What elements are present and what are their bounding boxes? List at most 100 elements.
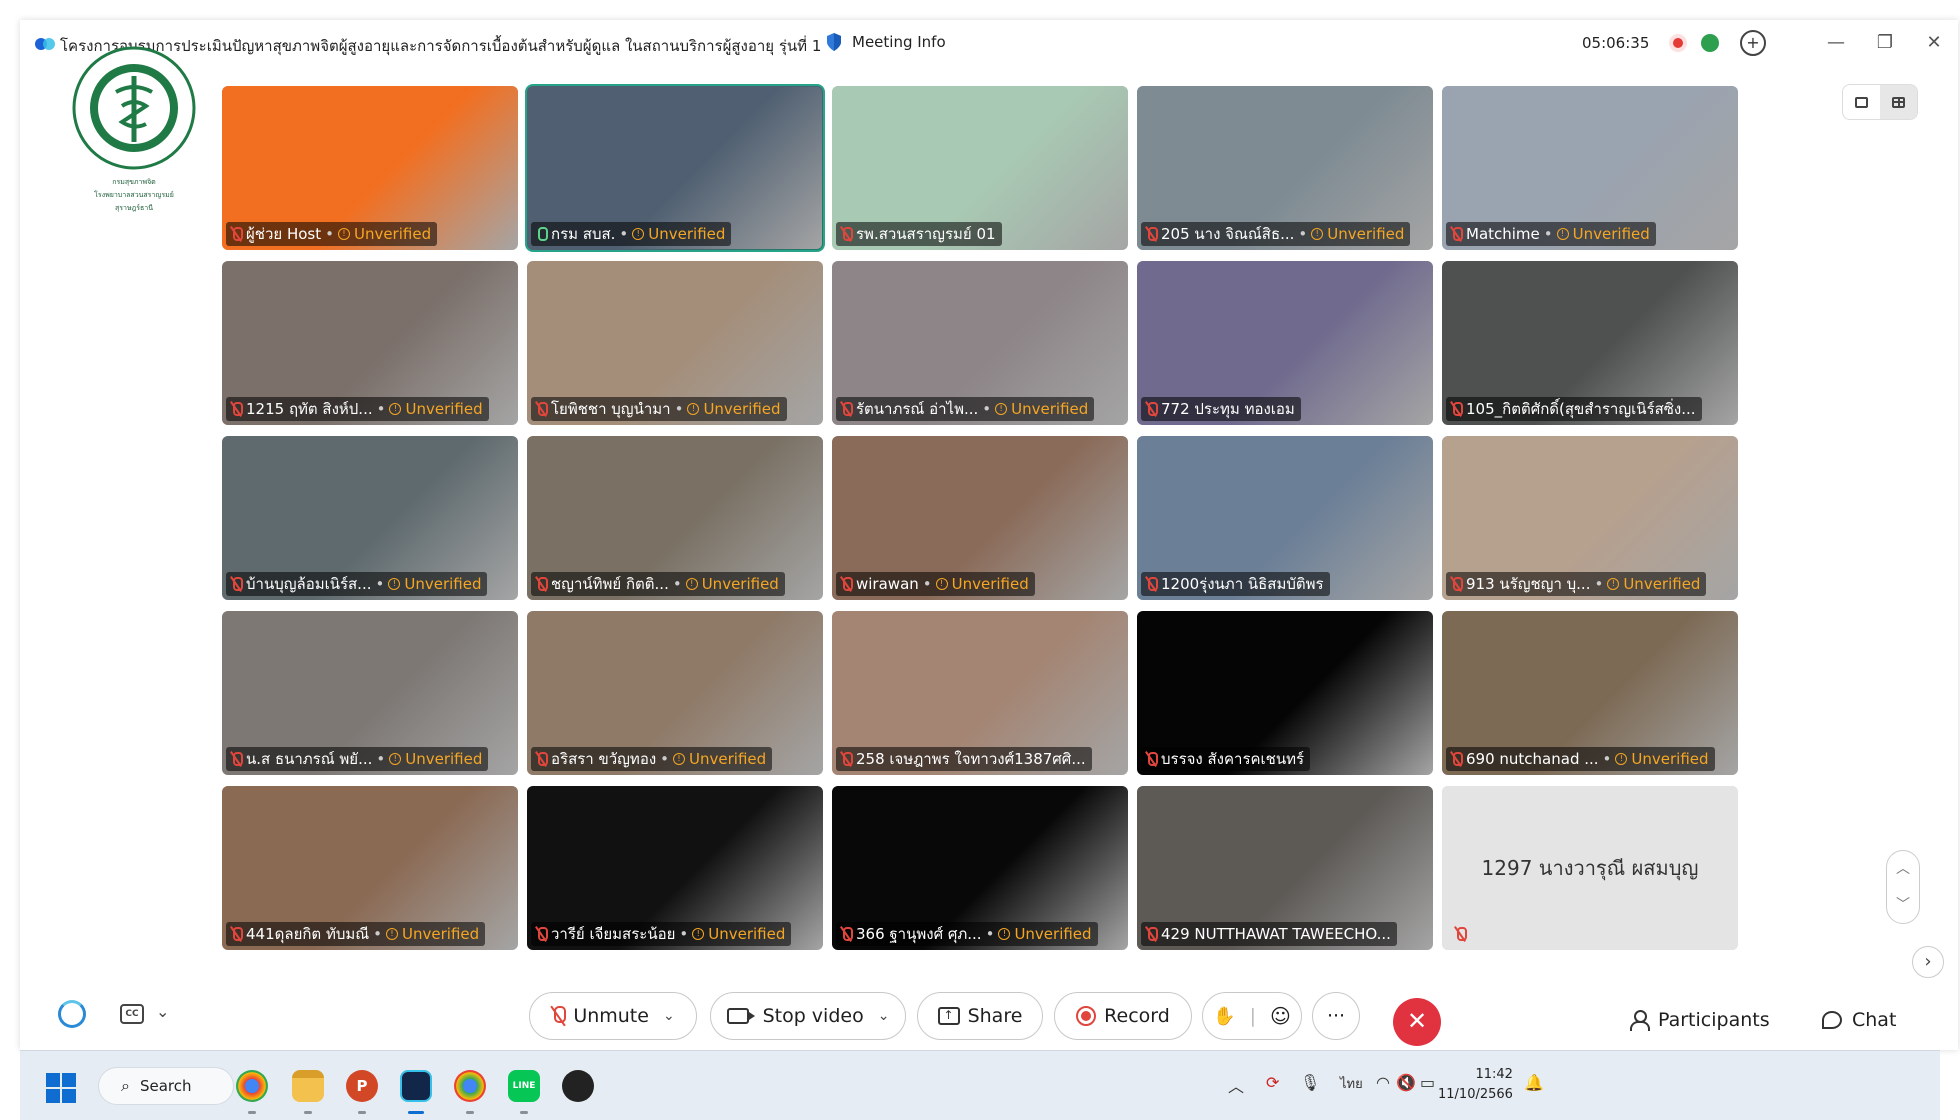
share-button[interactable]: ↑ Share bbox=[917, 992, 1043, 1040]
scroll-up-icon[interactable]: ︿ bbox=[1887, 851, 1919, 887]
participant-name: 105_กิตติศักดิ์(สุขสำราญเนิร์สซิ่ง... bbox=[1466, 400, 1696, 418]
mic-muted-tray-icon[interactable]: 🎙 bbox=[1300, 1073, 1320, 1092]
layout-toggle[interactable] bbox=[1842, 84, 1918, 120]
chat-button[interactable]: Chat bbox=[1822, 1000, 1896, 1040]
wifi-icon[interactable]: ◠ bbox=[1376, 1073, 1390, 1092]
chevron-down-icon[interactable]: ⌄ bbox=[663, 1008, 675, 1024]
participant-tile[interactable]: 1200รุ่งนภา นิธิสมบัติพร bbox=[1137, 436, 1433, 600]
unmute-button[interactable]: Unmute ⌄ bbox=[529, 992, 697, 1040]
close-button[interactable]: ✕ bbox=[1914, 28, 1954, 58]
language-indicator[interactable]: ไทย bbox=[1340, 1073, 1363, 1094]
windows-start-icon[interactable] bbox=[46, 1073, 76, 1103]
search-icon: ⌕ bbox=[121, 1076, 130, 1095]
unmute-label: Unmute bbox=[573, 1005, 649, 1027]
unverified-icon: ! bbox=[998, 928, 1011, 940]
taskbar-search[interactable]: ⌕ Search bbox=[98, 1067, 234, 1105]
reactions-icon[interactable]: ☺ bbox=[1270, 1004, 1291, 1028]
participant-tile[interactable]: บ้านบุญล้อมเนิร์ส... •! Unverified bbox=[222, 436, 518, 600]
zoom-in-icon[interactable]: + bbox=[1740, 30, 1766, 56]
participant-tile[interactable]: น.ส ธนาภรณ์ พยั... •! Unverified bbox=[222, 611, 518, 775]
participant-tile[interactable]: อริสรา ขวัญทอง •! Unverified bbox=[527, 611, 823, 775]
chrome-profile-icon[interactable] bbox=[454, 1070, 486, 1102]
network-stats-icon[interactable] bbox=[1701, 34, 1719, 52]
mic-muted-icon bbox=[230, 926, 243, 942]
chevron-up-icon[interactable]: ︿ bbox=[1228, 1073, 1244, 1097]
notification-icon[interactable]: 🔔 bbox=[1524, 1073, 1544, 1092]
participant-name: 1297 นางวารุณี ผสมบุญ bbox=[1481, 856, 1699, 880]
participant-tile[interactable]: 429 NUTTHAWAT TAWEECHO... bbox=[1137, 786, 1433, 950]
meeting-info-label: Meeting Info bbox=[852, 33, 946, 51]
raise-hand-icon[interactable]: ✋ bbox=[1213, 1006, 1235, 1027]
participant-label: 690 nutchanad ... •! Unverified bbox=[1446, 747, 1715, 771]
line-app-icon[interactable]: LINE bbox=[508, 1070, 540, 1102]
unverified-badge: Unverified bbox=[708, 925, 786, 943]
chevron-down-icon[interactable]: ⌄ bbox=[878, 1008, 890, 1024]
unverified-icon: ! bbox=[673, 753, 686, 765]
grid-layout-button[interactable] bbox=[1880, 85, 1917, 119]
participant-label: 205 นาง จิณณ์สิธ... •! Unverified bbox=[1141, 222, 1411, 246]
participant-tile[interactable]: 205 นาง จิณณ์สิธ... •! Unverified bbox=[1137, 86, 1433, 250]
unverified-badge: Unverified bbox=[701, 575, 779, 593]
chrome-icon[interactable] bbox=[236, 1070, 268, 1102]
participant-tile[interactable]: 772 ประทุม ทองเอม bbox=[1137, 261, 1433, 425]
participant-tile[interactable]: 441ดุลยกิต ทับมณี •! Unverified bbox=[222, 786, 518, 950]
participant-tile[interactable]: 105_กิตติศักดิ์(สุขสำราญเนิร์สซิ่ง... bbox=[1442, 261, 1738, 425]
end-call-button[interactable]: ✕ bbox=[1393, 998, 1441, 1046]
scroll-down-icon[interactable]: ﹀ bbox=[1887, 887, 1919, 923]
more-options-button[interactable]: ··· bbox=[1312, 992, 1360, 1040]
participant-tile[interactable]: 366 ฐานุพงศ์ ศุภ... •! Unverified bbox=[832, 786, 1128, 950]
moph-seal-icon bbox=[72, 46, 196, 170]
participant-name: ชญาน์ทิพย์ กิตติ... bbox=[551, 575, 669, 593]
participant-tile[interactable]: ผู้ช่วย Host •! Unverified bbox=[222, 86, 518, 250]
stop-video-button[interactable]: Stop video ⌄ bbox=[710, 992, 906, 1040]
participant-tile[interactable]: รพ.สวนสราญรมย์ 01 bbox=[832, 86, 1128, 250]
unverified-badge: Unverified bbox=[703, 400, 781, 418]
obs-icon[interactable] bbox=[562, 1070, 594, 1102]
participant-tile[interactable]: Matchime •! Unverified bbox=[1442, 86, 1738, 250]
participant-tile[interactable]: กรม สบส. •! Unverified bbox=[525, 84, 825, 252]
video-grid: ผู้ช่วย Host •! Unverified กรม สบส. •! Unveri… bbox=[222, 84, 1738, 950]
share-icon: ↑ bbox=[937, 1007, 960, 1025]
title-bar: โครงการอบรมการประเมินปัญหาสุขภาพจิตผู้สู… bbox=[20, 20, 1958, 68]
separator-dot: • bbox=[674, 400, 684, 418]
participant-tile[interactable]: โยพิชชา บุญนำมา •! Unverified bbox=[527, 261, 823, 425]
grid-scroll-control[interactable]: ︿ ﹀ bbox=[1886, 850, 1920, 924]
participant-tile[interactable]: 913 นรัญชญา บุ... •! Unverified bbox=[1442, 436, 1738, 600]
stage-layout-button[interactable] bbox=[1843, 85, 1880, 119]
participant-tile[interactable]: 258 เจษฎาพร ใจทาวงศ์1387ศศิ... bbox=[832, 611, 1128, 775]
unverified-icon: ! bbox=[389, 403, 402, 415]
file-explorer-icon[interactable] bbox=[292, 1070, 324, 1102]
participant-name: Matchime bbox=[1466, 225, 1540, 243]
participant-label: ผู้ช่วย Host •! Unverified bbox=[226, 222, 438, 246]
battery-icon[interactable]: ▭ bbox=[1420, 1073, 1435, 1092]
participant-label: 366 ฐานุพงศ์ ศุภ... •! Unverified bbox=[836, 922, 1098, 946]
participant-tile[interactable]: บรรจง สังคารคเชนทร์ bbox=[1137, 611, 1433, 775]
webex-app-icon[interactable] bbox=[400, 1070, 432, 1102]
next-page-icon[interactable]: › bbox=[1912, 946, 1944, 978]
participant-tile[interactable]: วารีย์ เจียมสระน้อย •! Unverified bbox=[527, 786, 823, 950]
clock[interactable]: 11:42 11/10/2566 bbox=[1438, 1065, 1513, 1105]
closed-captions-icon[interactable]: CC bbox=[120, 1004, 144, 1024]
mic-muted-icon bbox=[535, 401, 548, 417]
participant-tile[interactable]: 1215 ฤทัต สิงห์ป... •! Unverified bbox=[222, 261, 518, 425]
participant-tile[interactable]: รัตนาภรณ์ อ่าไพ... •! Unverified bbox=[832, 261, 1128, 425]
minimize-button[interactable]: — bbox=[1816, 28, 1856, 58]
sync-icon[interactable]: ⟳ bbox=[1266, 1073, 1279, 1092]
participant-label: บรรจง สังคารคเชนทร์ bbox=[1141, 747, 1311, 771]
volume-muted-icon[interactable]: 🔇 bbox=[1396, 1073, 1416, 1092]
record-button[interactable]: Record bbox=[1054, 992, 1192, 1040]
participants-button[interactable]: Participants bbox=[1630, 1000, 1770, 1040]
participant-tile[interactable]: 1297 นางวารุณี ผสมบุญ bbox=[1442, 786, 1738, 950]
recording-indicator-icon[interactable] bbox=[1669, 34, 1687, 52]
meeting-info-button[interactable]: Meeting Info bbox=[826, 32, 946, 52]
chevron-down-icon[interactable]: ⌄ bbox=[156, 1002, 169, 1021]
powerpoint-icon[interactable]: P bbox=[346, 1070, 378, 1102]
participant-name: 913 นรัญชญา บุ... bbox=[1466, 575, 1591, 593]
taskbar-date: 11/10/2566 bbox=[1438, 1087, 1513, 1102]
participant-tile[interactable]: ชญาน์ทิพย์ กิตติ... •! Unverified bbox=[527, 436, 823, 600]
webex-assistant-icon[interactable] bbox=[58, 1000, 86, 1028]
restore-button[interactable]: ❐ bbox=[1865, 28, 1905, 58]
mic-muted-icon bbox=[1450, 401, 1463, 417]
participant-tile[interactable]: wirawan •! Unverified bbox=[832, 436, 1128, 600]
participant-tile[interactable]: 690 nutchanad ... •! Unverified bbox=[1442, 611, 1738, 775]
